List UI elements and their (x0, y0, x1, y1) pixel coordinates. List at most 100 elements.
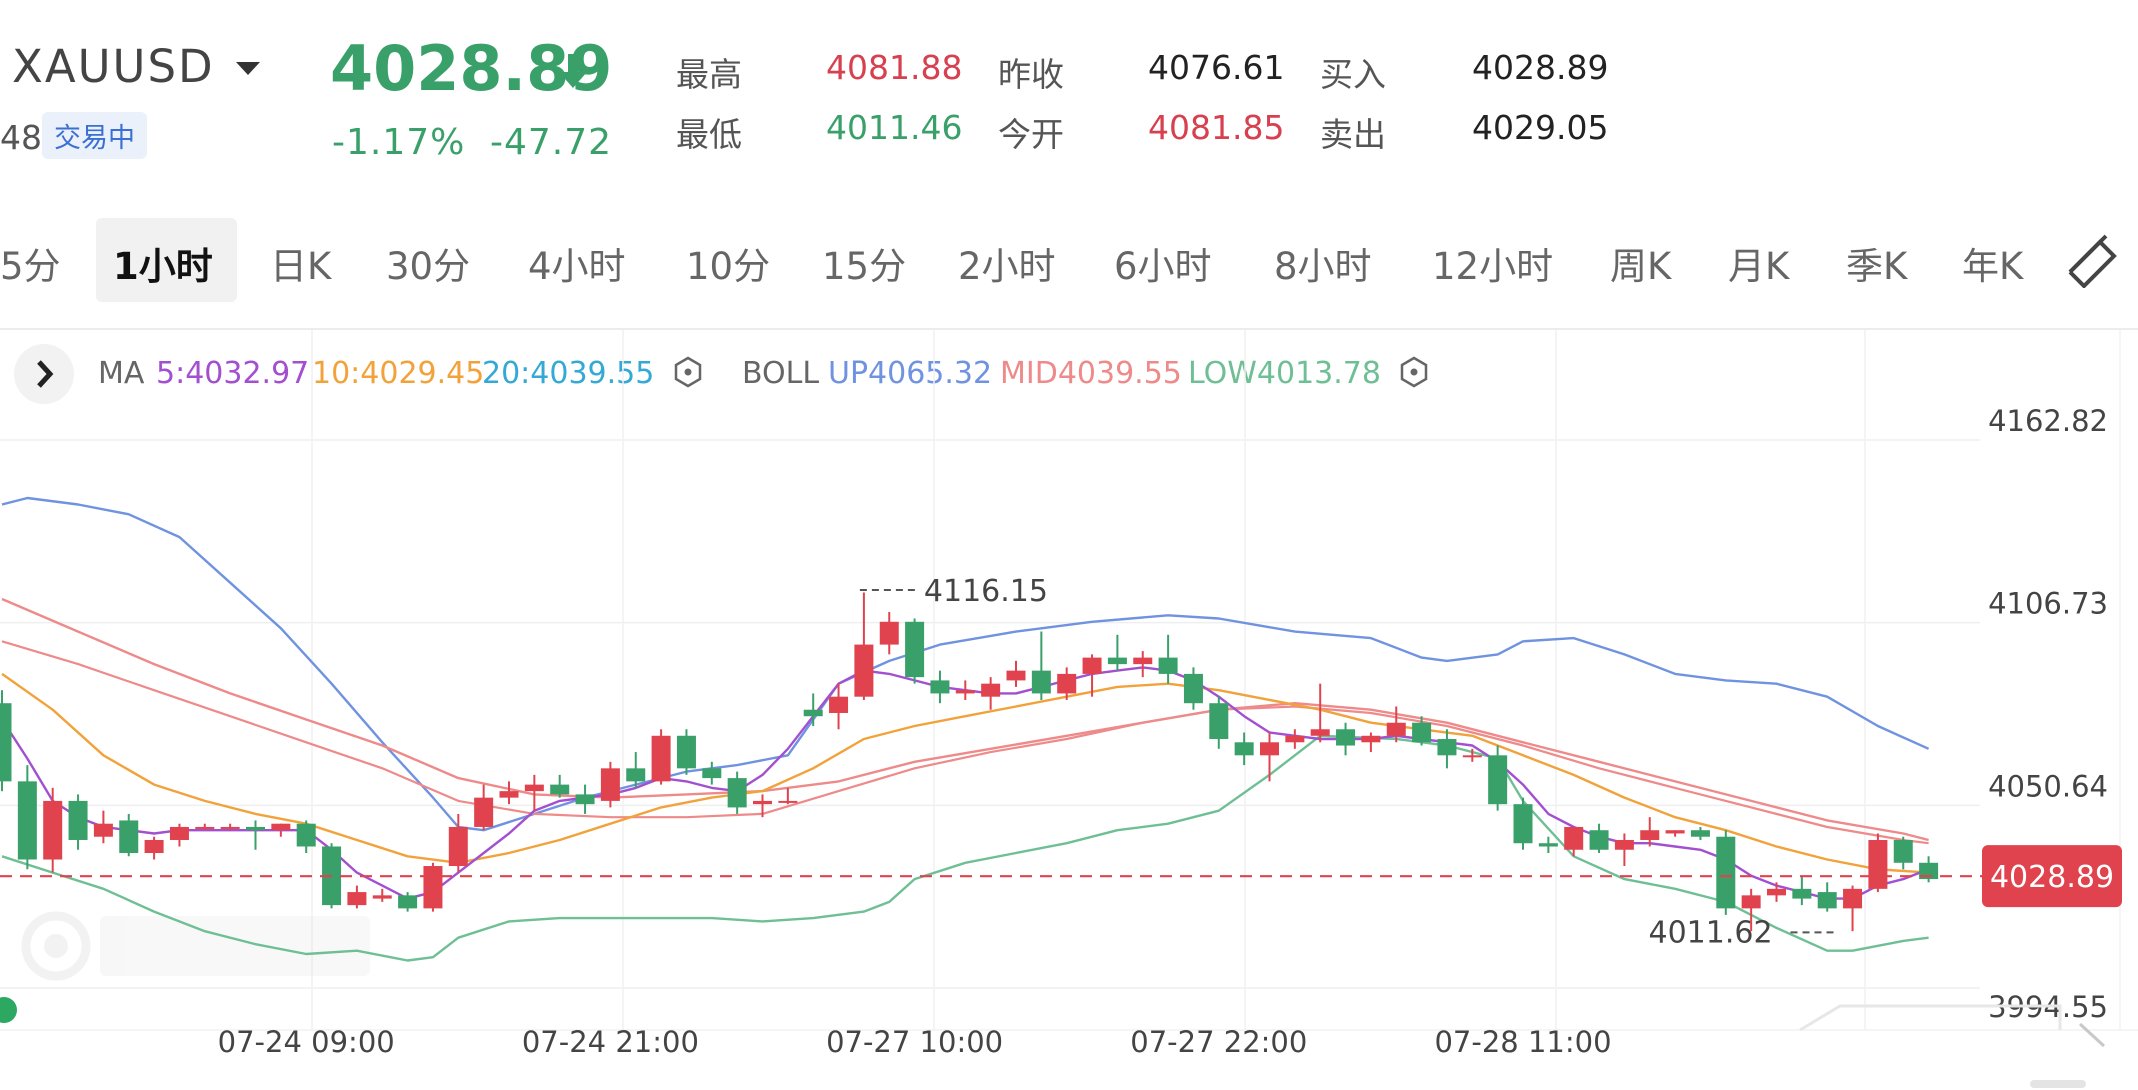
quote-label-low: 最低 (676, 115, 742, 154)
symbol-dropdown-icon[interactable] (236, 62, 260, 75)
candle (1234, 732, 1254, 766)
tab-1hour[interactable]: 1小时 (113, 236, 213, 290)
candle-body (829, 696, 849, 713)
candle (1538, 836, 1558, 854)
candle (1792, 875, 1812, 906)
candle-body (1107, 657, 1127, 665)
change-amount: -47.72 (490, 122, 613, 163)
candle (575, 784, 595, 814)
tab-8hour[interactable]: 8小时 (1274, 236, 1372, 290)
candle-body (1665, 830, 1685, 834)
axis-labels: 4162.824106.734050.643994.5507-24 09:00 0… (218, 404, 2108, 1059)
quote-value-ask: 4029.05 (1472, 108, 1609, 147)
candle-body (1767, 888, 1786, 896)
candle (1133, 651, 1153, 678)
candle-body (1792, 888, 1812, 899)
ma20-line (1, 640, 1929, 845)
candle-body (1462, 755, 1482, 758)
candles (0, 592, 1939, 932)
high-marker-label: 4116.15 (924, 574, 1048, 609)
tab-12hour[interactable]: 12小时 (1432, 236, 1553, 290)
candle-body (524, 784, 544, 792)
tab-30min[interactable]: 30分 (386, 236, 470, 290)
candle-body (1437, 739, 1457, 756)
low-marker-label: 4011.62 (1649, 915, 1773, 950)
candle-body (1538, 843, 1558, 847)
candle-body (220, 826, 240, 829)
candle (651, 729, 671, 785)
candle-body (93, 823, 113, 837)
candle-body (1741, 895, 1761, 909)
candle (423, 862, 443, 912)
candle-body (499, 791, 519, 798)
tab-15min[interactable]: 15分 (822, 236, 906, 290)
quote-label-prev-close: 昨收 (998, 55, 1064, 94)
candle-body (600, 768, 620, 801)
candle-body (1412, 722, 1432, 743)
candle-body (1285, 735, 1305, 743)
tab-4hour[interactable]: 4小时 (528, 236, 626, 290)
tab-daily[interactable]: 日K (270, 236, 331, 290)
tab-5min[interactable]: 5分 (0, 236, 61, 290)
tab-10min[interactable]: 10分 (686, 236, 770, 290)
candle-body (1209, 703, 1229, 740)
candle-body (981, 683, 1001, 697)
tab-quarterly[interactable]: 季K (1846, 236, 1907, 290)
candle-body (347, 892, 367, 906)
candle (600, 761, 620, 808)
x-tick-label: 07-27 22:00 (1130, 1025, 1307, 1059)
candle-body (1513, 804, 1533, 844)
quote-label-open: 今开 (998, 115, 1064, 154)
candle (1767, 882, 1786, 902)
quote-value-low: 4011.46 (826, 108, 963, 147)
candle-body (753, 800, 772, 805)
tab-weekly[interactable]: 周K (1610, 236, 1671, 290)
candle-body (651, 735, 671, 782)
candle (474, 784, 494, 831)
candle-body (854, 644, 874, 697)
candle (1006, 660, 1026, 687)
candle (981, 677, 1001, 710)
tab-yearly[interactable]: 年K (1962, 236, 2023, 290)
candle-body (0, 703, 12, 782)
candle (1817, 882, 1837, 912)
candle (93, 810, 113, 844)
candlestick-chart[interactable]: 4116.15 4011.62 4162.824106.734050.643994… (0, 330, 2138, 1090)
candle (0, 690, 12, 792)
candle (1336, 722, 1356, 756)
candle (702, 761, 722, 785)
y-tick-label: 4050.64 (1988, 769, 2108, 803)
candle (246, 820, 265, 850)
tab-6hour[interactable]: 6小时 (1114, 236, 1212, 290)
candle-body (68, 800, 88, 840)
price-down-arrow-icon (559, 54, 587, 88)
candle-body (474, 797, 494, 827)
candle-body (1361, 735, 1381, 743)
symbol-title[interactable]: XAUUSD (12, 40, 215, 93)
candle-body (1843, 888, 1863, 909)
quote-label-bid: 买入 (1320, 55, 1386, 94)
candle-body (17, 781, 37, 860)
candle (144, 836, 164, 860)
quote-value-high: 4081.88 (826, 48, 963, 87)
tab-monthly[interactable]: 月K (1728, 236, 1789, 290)
candle-body (1386, 722, 1406, 736)
candle-body (195, 826, 215, 829)
y-tick-label: 4162.82 (1988, 404, 2108, 438)
candle (803, 693, 823, 727)
candle-body (1893, 839, 1913, 863)
scroll-indicator[interactable] (2030, 1080, 2086, 1088)
candle (676, 729, 696, 775)
moving-averages (0, 640, 1930, 900)
candle-body (1640, 830, 1660, 840)
candle-body (1614, 839, 1634, 850)
candle-body (372, 895, 392, 899)
tab-2hour[interactable]: 2小时 (958, 236, 1056, 290)
candle (1564, 826, 1584, 857)
drawing-tool-icon[interactable] (2066, 232, 2118, 288)
current-price-tag-label: 4028.89 (1990, 860, 2114, 895)
candle (1310, 683, 1330, 743)
candle (1285, 729, 1305, 749)
volume-partial: 48 (0, 118, 42, 157)
candle (879, 612, 899, 655)
